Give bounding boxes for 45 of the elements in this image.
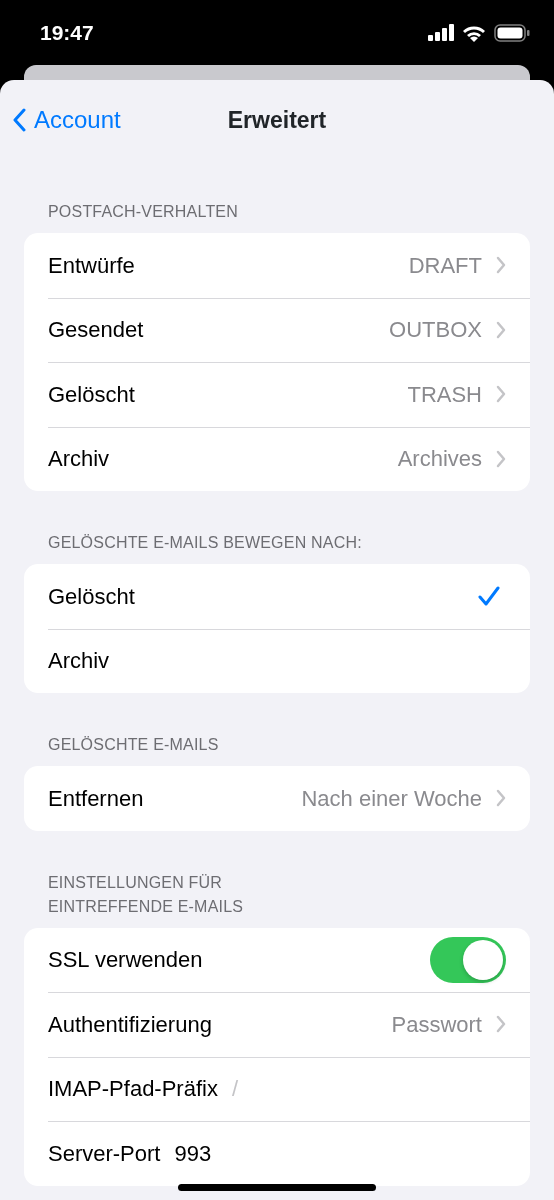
row-label: SSL verwenden <box>48 946 203 975</box>
time-text: 19:47 <box>40 19 94 46</box>
row-label: IMAP-Pfad-Präfix <box>48 1075 218 1104</box>
row-label: Entwürfe <box>48 251 135 280</box>
screen-title: Erweitert <box>227 105 327 135</box>
row-value: Passwort <box>391 1010 482 1039</box>
row-label: Entfernen <box>48 784 144 813</box>
row-label: Gesendet <box>48 316 144 345</box>
row-value: DRAFT <box>408 251 482 280</box>
settings-row[interactable]: Authentifizierung Passwort <box>24 992 530 1057</box>
settings-row[interactable]: SSL verwenden <box>24 927 530 992</box>
chevron-icon <box>496 385 506 404</box>
chevron-icon <box>496 789 506 808</box>
row-label: Archiv <box>48 445 110 474</box>
row-value: Nach einer Woche <box>301 784 482 813</box>
section-header: EINSTELLUNGEN FÜR EINTREFFENDE E-MAILS <box>48 872 245 917</box>
row-value: TRASH <box>407 380 482 409</box>
signal-icon <box>428 24 454 41</box>
settings-row[interactable]: Gelöscht <box>24 564 530 629</box>
settings-row[interactable]: Entwürfe DRAFT <box>24 233 530 298</box>
row-value: Archives <box>397 445 482 474</box>
settings-row[interactable]: Archiv <box>24 628 530 693</box>
section-header: GELÖSCHTE E-MAILS <box>48 735 220 755</box>
chevron-icon <box>496 256 506 275</box>
input-field[interactable]: / <box>231 1072 382 1106</box>
row-label: Gelöscht <box>48 582 135 611</box>
row-label: Gelöscht <box>48 380 135 409</box>
row-label: Archiv <box>48 647 110 676</box>
back-button[interactable]: Account <box>12 102 121 138</box>
input-field[interactable]: 993 <box>174 1136 325 1170</box>
back-chevron-icon <box>12 108 26 132</box>
settings-row[interactable]: Archiv Archives <box>24 426 530 491</box>
row-label: Server-Port <box>48 1139 161 1168</box>
chevron-icon <box>496 1015 506 1034</box>
chevron-icon <box>496 449 506 468</box>
settings-row[interactable]: Gesendet OUTBOX <box>24 297 530 362</box>
chevron-icon <box>496 320 506 339</box>
row-value: OUTBOX <box>389 316 482 345</box>
section-header: POSTFACH-VERHALTEN <box>48 202 239 222</box>
settings-row[interactable]: Entfernen Nach einer Woche <box>24 766 530 831</box>
row-label: Authentifizierung <box>48 1010 212 1039</box>
section-header: GELÖSCHTE E-MAILS BEWEGEN NACH: <box>48 533 363 553</box>
toggle-switch[interactable] <box>430 936 506 983</box>
settings-row[interactable]: Gelöscht TRASH <box>24 362 530 427</box>
battery-icon <box>494 23 530 42</box>
